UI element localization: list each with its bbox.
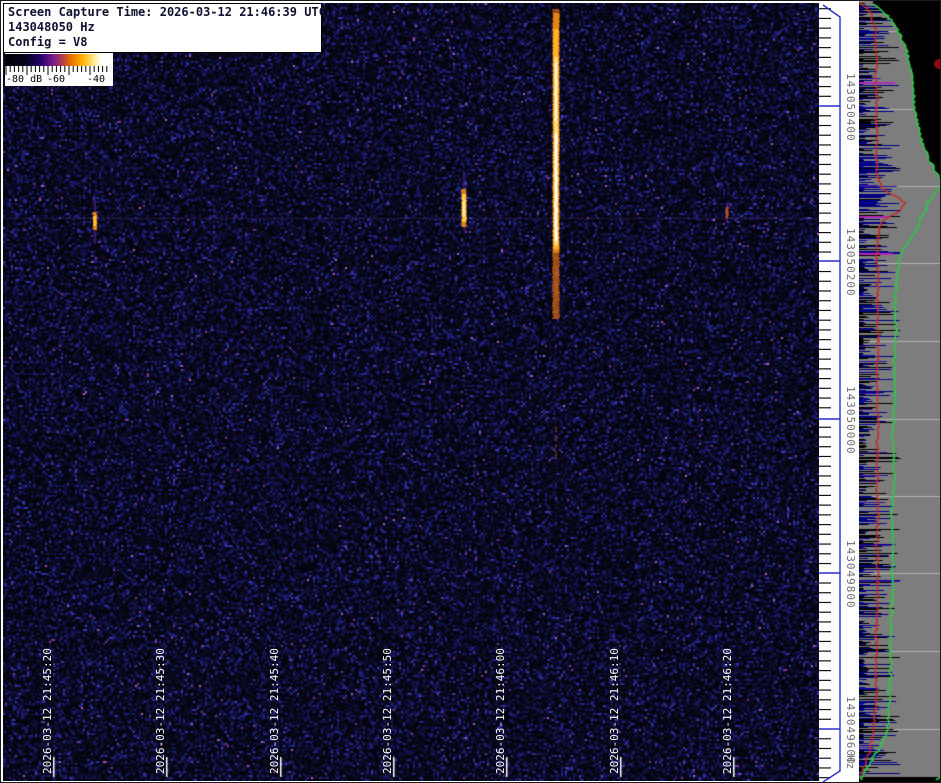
spectrogram-canvas [3, 3, 819, 781]
time-axis-label: 2026-03-12 21:45:20 [41, 648, 54, 774]
color-scale-gradient [5, 54, 106, 66]
color-scale-labels: -80 dB -60 -40 [5, 74, 113, 86]
time-axis-label: 2026-03-12 21:45:30 [154, 648, 167, 774]
frequency-axis-label: 143050200 [844, 228, 857, 297]
color-scale-label: -80 dB [6, 74, 43, 85]
app-window: Screen Capture Time: 2026-03-12 21:46:39… [0, 0, 941, 783]
config-text: Config = V8 [8, 35, 88, 49]
frequency-axis-label: 143049800 [844, 540, 857, 609]
time-axis-label: 2026-03-12 21:46:10 [608, 648, 621, 774]
capture-time-text: Screen Capture Time: 2026-03-12 21:46:39… [8, 5, 326, 19]
time-axis-label: 2026-03-12 21:46:20 [721, 648, 734, 774]
color-scale: -80 dB -60 -40 [5, 53, 113, 86]
frequency-axis-label: 143050400 [844, 73, 857, 142]
color-scale-label: -60 [47, 74, 66, 85]
spectrum-panel-canvas [859, 1, 940, 782]
color-scale-label: -40 [87, 74, 106, 85]
time-axis-label: 2026-03-12 21:46:00 [494, 648, 507, 774]
capture-info-box: Screen Capture Time: 2026-03-12 21:46:39… [3, 3, 326, 53]
time-axis-label: 2026-03-12 21:45:40 [268, 648, 281, 774]
frequency-axis-unit: Hz [844, 755, 857, 771]
time-axis-label: 2026-03-12 21:45:50 [381, 648, 394, 774]
center-frequency-text: 143048050 Hz [8, 20, 95, 34]
frequency-axis-label: 143050000 [844, 386, 857, 455]
